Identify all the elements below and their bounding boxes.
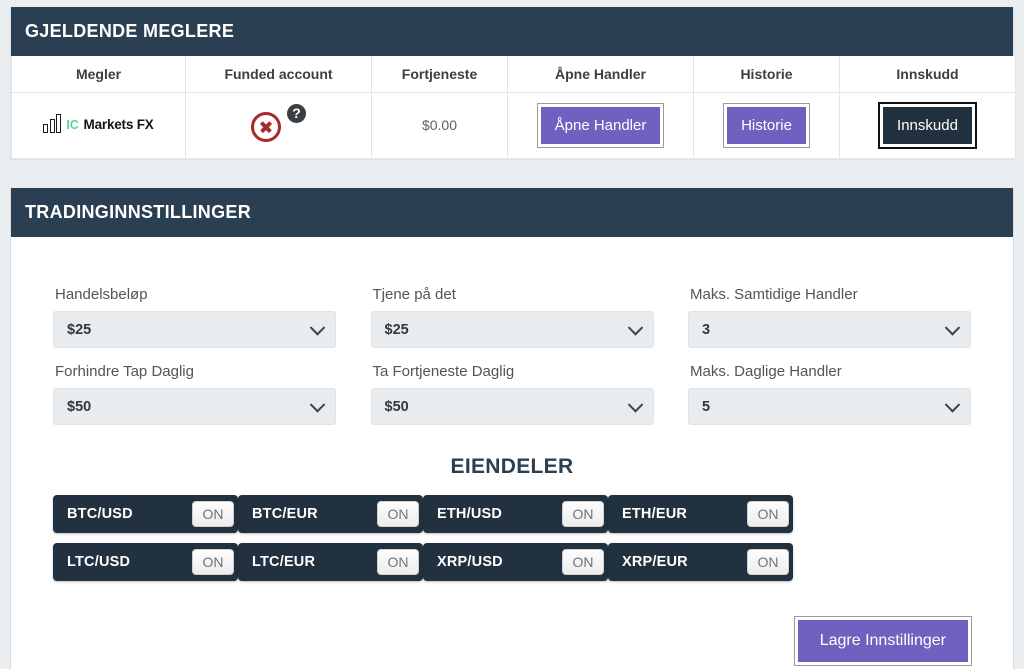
profit-value: $0.00	[421, 116, 458, 133]
column-header-historie: Historie	[693, 56, 840, 93]
label-ta-fortjeneste-daglig: Ta Fortjeneste Daglig	[372, 363, 515, 380]
history-button[interactable]: Historie	[723, 103, 810, 148]
asset-state: ON	[562, 549, 604, 575]
asset-state: ON	[377, 501, 419, 527]
label-maks-daglige-handler: Maks. Daglige Handler	[690, 363, 842, 380]
column-header-apne-handler: Åpne Handler	[507, 56, 694, 93]
error-circle-x-icon	[251, 112, 281, 142]
asset-state: ON	[377, 549, 419, 575]
cell-apne-handler: Åpne Handler	[507, 92, 694, 159]
asset-label: LTC/EUR	[252, 554, 316, 570]
select-tjene-pa-det[interactable]: $25	[370, 311, 654, 348]
open-trades-button[interactable]: Åpne Handler	[536, 103, 665, 148]
save-settings-button[interactable]: Lagre Innstillinger	[793, 616, 973, 666]
select-maks-samtidige-handler[interactable]: 3	[688, 311, 971, 348]
cell-broker-name: IC Markets FX	[11, 92, 186, 159]
assets-row: BTC/USD ON BTC/EUR ON ETH/USD ON ETH/EUR…	[53, 495, 793, 533]
select-forhindre-tap-daglig-value: $50	[67, 398, 92, 415]
asset-toggle-eth-usd[interactable]: ETH/USD ON	[423, 495, 608, 533]
assets-row: LTC/USD ON LTC/EUR ON XRP/USD ON XRP/EUR…	[53, 543, 793, 581]
column-header-fortjeneste: Fortjeneste	[371, 56, 508, 93]
select-handelsbelop-value: $25	[67, 321, 92, 338]
select-tjene-pa-det-value: $25	[384, 321, 409, 338]
settings-form: Handelsbeløp Tjene på det Maks. Samtidig…	[53, 285, 971, 425]
help-question-icon[interactable]: ?	[287, 104, 306, 123]
asset-state: ON	[562, 501, 604, 527]
select-ta-fortjeneste-daglig[interactable]: $50	[370, 388, 654, 425]
asset-label: ETH/EUR	[622, 506, 688, 522]
asset-toggle-ltc-usd[interactable]: LTC/USD ON	[53, 543, 238, 581]
chevron-down-icon	[309, 396, 326, 413]
label-tjene-pa-det: Tjene på det	[372, 286, 456, 303]
asset-label: ETH/USD	[437, 506, 503, 522]
asset-toggle-ltc-eur[interactable]: LTC/EUR ON	[238, 543, 423, 581]
asset-toggle-eth-eur[interactable]: ETH/EUR ON	[608, 495, 793, 533]
brokers-panel-title: GJELDENDE MEGLERE	[11, 7, 1013, 56]
asset-state: ON	[747, 501, 789, 527]
current-brokers-panel: GJELDENDE MEGLERE Megler Funded account …	[10, 7, 1016, 160]
asset-label: XRP/EUR	[622, 554, 688, 570]
save-settings-row: Lagre Innstillinger	[11, 581, 1013, 666]
table-header-row: Megler Funded account Fortjeneste Åpne H…	[11, 56, 1016, 93]
asset-toggle-btc-eur[interactable]: BTC/EUR ON	[238, 495, 423, 533]
asset-toggle-xrp-usd[interactable]: XRP/USD ON	[423, 543, 608, 581]
chevron-down-icon	[309, 319, 326, 336]
select-ta-fortjeneste-daglig-value: $50	[384, 398, 409, 415]
assets-section-title: EIENDELER	[450, 455, 574, 478]
bar-chart-icon	[43, 113, 62, 133]
label-handelsbelop: Handelsbeløp	[55, 286, 148, 303]
broker-logo: IC Markets FX	[43, 113, 154, 133]
asset-toggle-xrp-eur[interactable]: XRP/EUR ON	[608, 543, 793, 581]
cell-innskudd: Innskudd	[839, 92, 1016, 159]
deposit-button[interactable]: Innskudd	[878, 102, 977, 149]
select-forhindre-tap-daglig[interactable]: $50	[53, 388, 336, 425]
select-maks-samtidige-handler-value: 3	[702, 321, 711, 338]
asset-label: LTC/USD	[67, 554, 131, 570]
funded-status-group: ?	[251, 104, 306, 142]
label-forhindre-tap-daglig: Forhindre Tap Daglig	[55, 363, 194, 380]
table-row: IC Markets FX ? $0.00 Åpne Handler Histo…	[11, 92, 1016, 159]
chevron-down-icon	[944, 396, 961, 413]
assets-toggle-grid: BTC/USD ON BTC/EUR ON ETH/USD ON ETH/EUR…	[53, 495, 971, 581]
broker-logo-name: Markets FX	[83, 117, 154, 132]
column-header-innskudd: Innskudd	[839, 56, 1016, 93]
cell-funded-account: ?	[185, 92, 372, 159]
select-maks-daglige-handler[interactable]: 5	[688, 388, 971, 425]
settings-body: Handelsbeløp Tjene på det Maks. Samtidig…	[11, 237, 1013, 581]
select-maks-daglige-handler-value: 5	[702, 398, 711, 415]
chevron-down-icon	[627, 396, 643, 413]
cell-historie: Historie	[693, 92, 840, 159]
asset-toggle-btc-usd[interactable]: BTC/USD ON	[53, 495, 238, 533]
trading-settings-panel: TRADINGINNSTILLINGER Handelsbeløp Tjene …	[10, 188, 1014, 669]
cell-fortjeneste: $0.00	[371, 92, 508, 159]
asset-label: BTC/USD	[67, 506, 133, 522]
column-header-megler: Megler	[11, 56, 186, 93]
asset-label: BTC/EUR	[252, 506, 318, 522]
asset-state: ON	[192, 549, 234, 575]
asset-state: ON	[747, 549, 789, 575]
label-maks-samtidige-handler: Maks. Samtidige Handler	[690, 286, 858, 303]
chevron-down-icon	[944, 319, 961, 336]
brokers-table: Megler Funded account Fortjeneste Åpne H…	[11, 56, 1016, 159]
chevron-down-icon	[627, 319, 643, 336]
broker-logo-ic: IC	[66, 118, 79, 132]
asset-label: XRP/USD	[437, 554, 503, 570]
asset-state: ON	[192, 501, 234, 527]
column-header-funded-account: Funded account	[185, 56, 372, 93]
select-handelsbelop[interactable]: $25	[53, 311, 336, 348]
settings-panel-title: TRADINGINNSTILLINGER	[11, 188, 1013, 237]
